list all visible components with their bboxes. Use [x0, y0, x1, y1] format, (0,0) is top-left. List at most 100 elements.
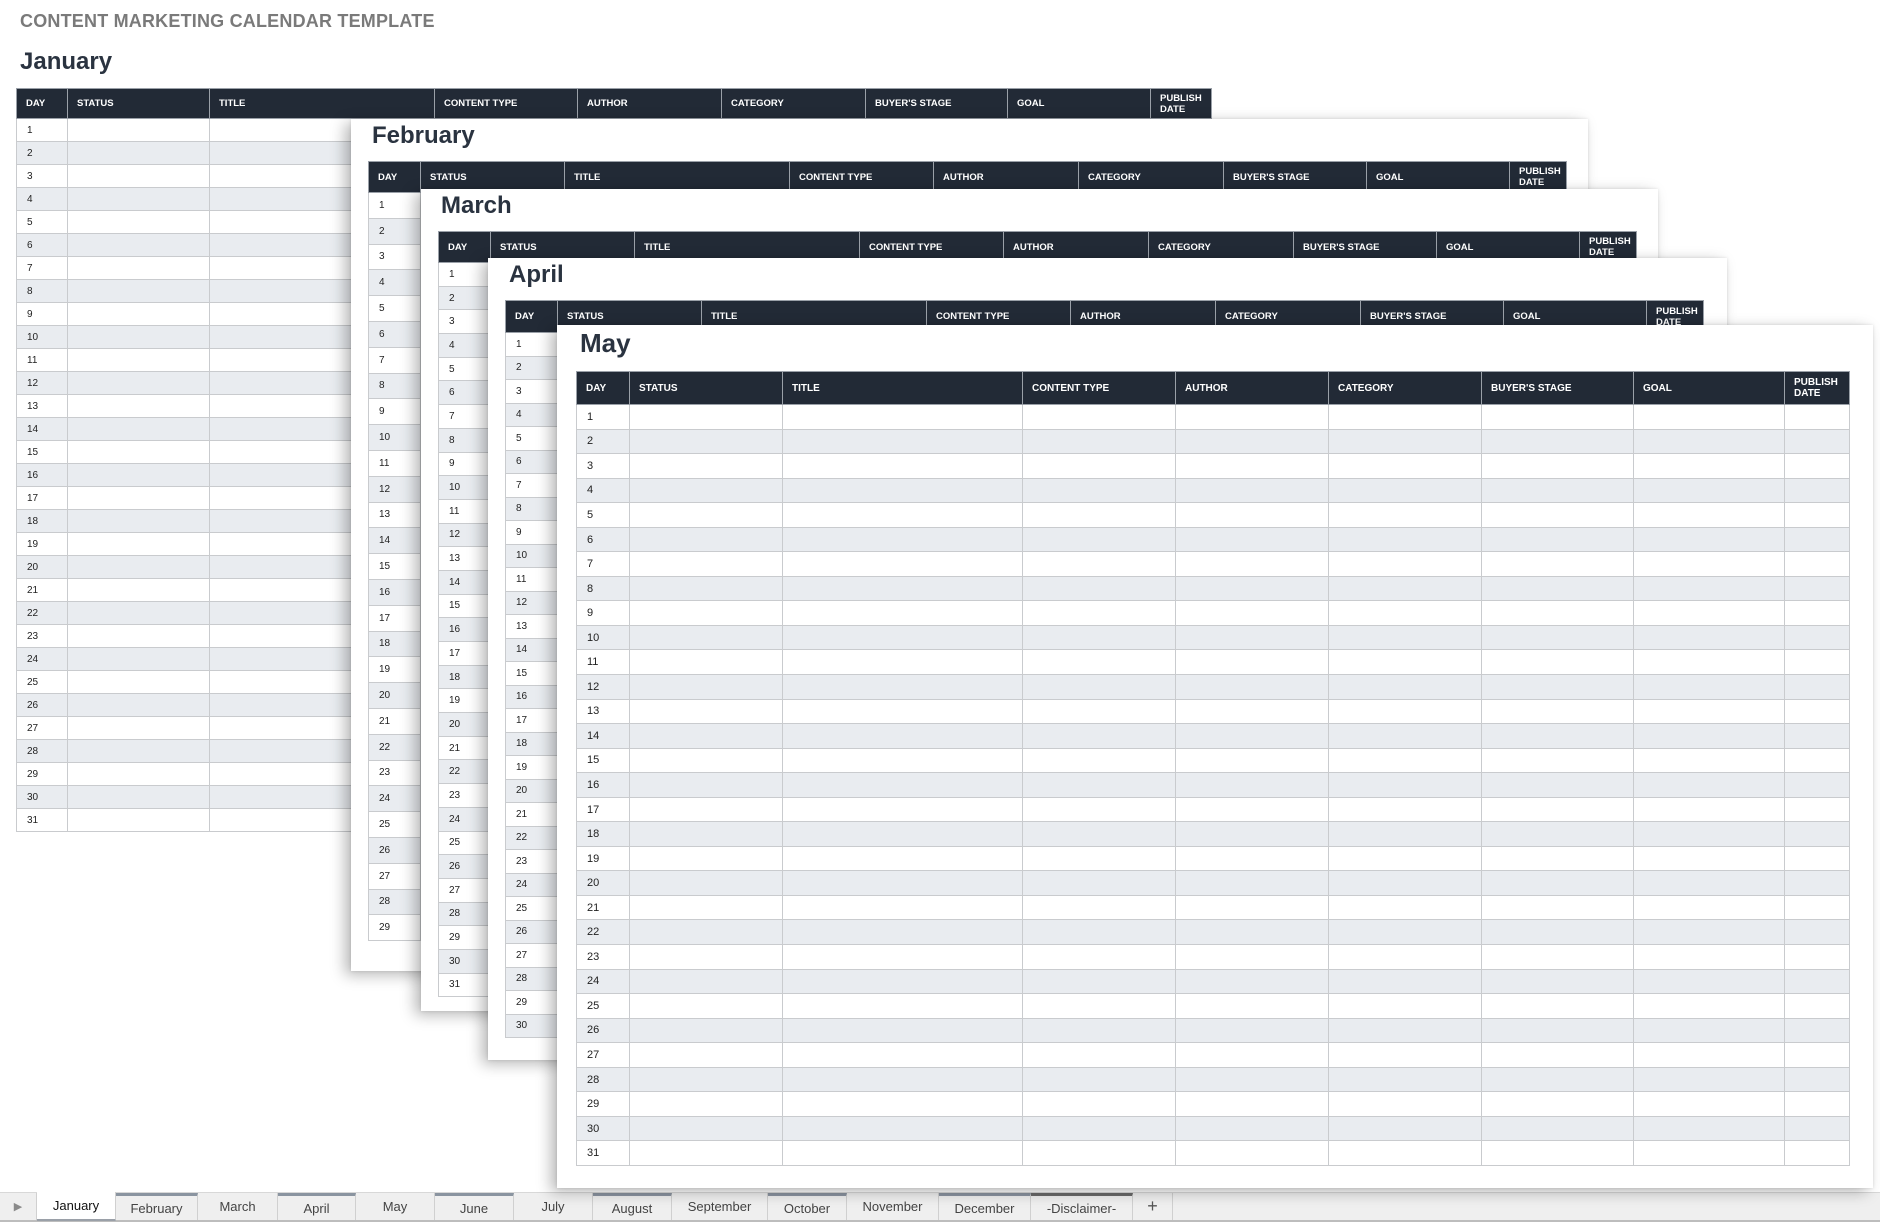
cell-status[interactable] — [629, 502, 783, 528]
cell-title[interactable] — [782, 649, 1023, 676]
cell-title[interactable] — [782, 968, 1023, 995]
cell-status[interactable] — [629, 821, 783, 847]
cell-publish-date[interactable] — [1784, 1091, 1850, 1117]
cell-publish-date[interactable] — [1784, 870, 1850, 896]
cell-status[interactable] — [67, 463, 210, 488]
cell-publish-date[interactable] — [1784, 772, 1850, 798]
cell-publish-date[interactable] — [1784, 649, 1850, 676]
cell-status[interactable] — [67, 394, 210, 419]
cell-author[interactable] — [1175, 870, 1329, 896]
add-sheet-button[interactable]: + — [1133, 1193, 1173, 1220]
cell-content-type[interactable] — [1022, 404, 1176, 430]
cell-title[interactable] — [782, 428, 1023, 455]
cell-author[interactable] — [1175, 723, 1329, 749]
cell-author[interactable] — [1175, 428, 1329, 455]
cell-status[interactable] — [629, 428, 783, 455]
cell-status[interactable] — [67, 210, 210, 235]
cell-title[interactable] — [782, 624, 1023, 651]
cell-category[interactable] — [1328, 870, 1482, 896]
cell-category[interactable] — [1328, 968, 1482, 995]
cell-buyer-s-stage[interactable] — [1481, 821, 1634, 847]
cell-category[interactable] — [1328, 502, 1482, 528]
cell-category[interactable] — [1328, 1140, 1482, 1166]
cell-content-type[interactable] — [1022, 502, 1176, 528]
cell-author[interactable] — [1175, 575, 1329, 602]
cell-status[interactable] — [629, 1066, 783, 1093]
cell-category[interactable] — [1328, 993, 1482, 1019]
cell-goal[interactable] — [1633, 649, 1785, 676]
cell-category[interactable] — [1328, 404, 1482, 430]
cell-publish-date[interactable] — [1784, 1115, 1850, 1142]
cell-buyer-s-stage[interactable] — [1481, 551, 1634, 577]
cell-status[interactable] — [629, 453, 783, 479]
sheet-tab-february[interactable]: February — [116, 1193, 198, 1220]
cell-content-type[interactable] — [1022, 428, 1176, 455]
cell-status[interactable] — [67, 693, 210, 718]
cell-goal[interactable] — [1633, 870, 1785, 896]
cell-goal[interactable] — [1633, 477, 1785, 504]
cell-status[interactable] — [67, 532, 210, 557]
cell-status[interactable] — [629, 796, 783, 823]
cell-status[interactable] — [629, 551, 783, 577]
cell-content-type[interactable] — [1022, 993, 1176, 1019]
cell-content-type[interactable] — [1022, 698, 1176, 725]
cell-status[interactable] — [629, 404, 783, 430]
cell-status[interactable] — [67, 647, 210, 672]
sheet-tab-april[interactable]: April — [278, 1193, 356, 1220]
cell-content-type[interactable] — [1022, 894, 1176, 921]
cell-status[interactable] — [67, 256, 210, 281]
cell-status[interactable] — [67, 164, 210, 189]
cell-status[interactable] — [629, 747, 783, 774]
sheet-tab-disclaimer[interactable]: -Disclaimer- — [1031, 1193, 1133, 1220]
cell-status[interactable] — [67, 716, 210, 741]
cell-status[interactable] — [67, 762, 210, 787]
cell-goal[interactable] — [1633, 404, 1785, 430]
cell-author[interactable] — [1175, 502, 1329, 528]
cell-title[interactable] — [782, 526, 1023, 553]
cell-publish-date[interactable] — [1784, 674, 1850, 700]
cell-status[interactable] — [67, 440, 210, 465]
cell-title[interactable] — [782, 772, 1023, 798]
cell-publish-date[interactable] — [1784, 453, 1850, 479]
cell-goal[interactable] — [1633, 1140, 1785, 1166]
cell-title[interactable] — [782, 502, 1023, 528]
cell-content-type[interactable] — [1022, 772, 1176, 798]
cell-author[interactable] — [1175, 1091, 1329, 1117]
cell-content-type[interactable] — [1022, 919, 1176, 946]
cell-status[interactable] — [67, 785, 210, 810]
cell-status[interactable] — [629, 674, 783, 700]
cell-buyer-s-stage[interactable] — [1481, 453, 1634, 479]
cell-category[interactable] — [1328, 1115, 1482, 1142]
sheet-tab-october[interactable]: October — [768, 1193, 847, 1220]
cell-goal[interactable] — [1633, 944, 1785, 970]
cell-status[interactable] — [629, 919, 783, 946]
cell-buyer-s-stage[interactable] — [1481, 1042, 1634, 1068]
cell-publish-date[interactable] — [1784, 404, 1850, 430]
cell-title[interactable] — [782, 747, 1023, 774]
cell-title[interactable] — [782, 575, 1023, 602]
cell-status[interactable] — [629, 944, 783, 970]
cell-goal[interactable] — [1633, 747, 1785, 774]
cell-buyer-s-stage[interactable] — [1481, 575, 1634, 602]
cell-publish-date[interactable] — [1784, 551, 1850, 577]
cell-publish-date[interactable] — [1784, 821, 1850, 847]
cell-publish-date[interactable] — [1784, 845, 1850, 872]
cell-author[interactable] — [1175, 1017, 1329, 1044]
cell-publish-date[interactable] — [1784, 600, 1850, 626]
cell-goal[interactable] — [1633, 453, 1785, 479]
cell-goal[interactable] — [1633, 600, 1785, 626]
cell-author[interactable] — [1175, 796, 1329, 823]
cell-author[interactable] — [1175, 404, 1329, 430]
cell-buyer-s-stage[interactable] — [1481, 968, 1634, 995]
cell-status[interactable] — [629, 845, 783, 872]
cell-buyer-s-stage[interactable] — [1481, 526, 1634, 553]
cell-goal[interactable] — [1633, 796, 1785, 823]
cell-status[interactable] — [67, 187, 210, 212]
cell-author[interactable] — [1175, 526, 1329, 553]
cell-buyer-s-stage[interactable] — [1481, 944, 1634, 970]
cell-category[interactable] — [1328, 944, 1482, 970]
cell-status[interactable] — [67, 117, 210, 143]
cell-content-type[interactable] — [1022, 453, 1176, 479]
cell-goal[interactable] — [1633, 1017, 1785, 1044]
cell-goal[interactable] — [1633, 968, 1785, 995]
